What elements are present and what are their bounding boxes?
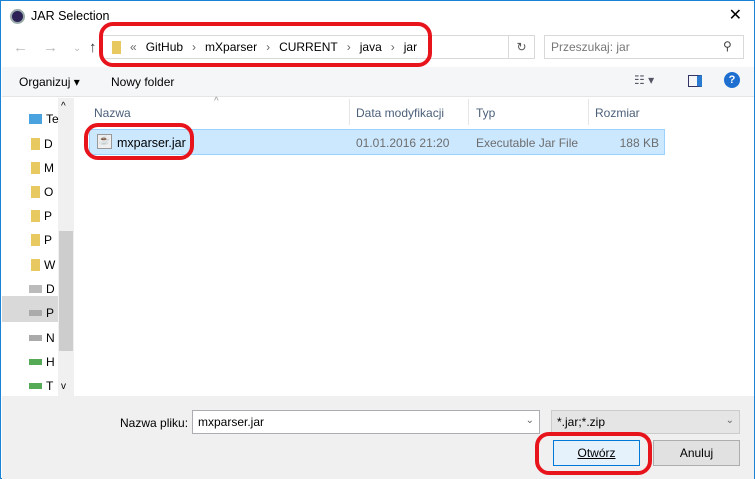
- file-highlight: [84, 123, 194, 160]
- sidebar-label: Te: [46, 112, 59, 126]
- chevron-down-icon[interactable]: ⌄: [526, 415, 534, 426]
- music-folder-icon: [31, 162, 40, 174]
- open-highlight: [535, 432, 652, 475]
- search-icon: ⚲: [723, 39, 732, 53]
- organize-button[interactable]: Organizuj ▾: [19, 75, 80, 89]
- sidebar-item[interactable]: M: [31, 161, 54, 175]
- pictures-folder-icon: [31, 234, 40, 246]
- filename-value: mxparser.jar: [198, 415, 265, 429]
- sidebar-item[interactable]: O: [31, 185, 53, 199]
- column-header-size[interactable]: Rozmiar: [595, 106, 640, 130]
- filename-input[interactable]: mxparser.jar ⌄: [192, 410, 540, 434]
- videos-folder-icon: [31, 259, 40, 271]
- preview-pane-icon[interactable]: [688, 75, 702, 87]
- sort-indicator-icon: ^: [214, 96, 219, 107]
- sidebar-item[interactable]: Te: [29, 112, 59, 126]
- sidebar-label: W: [44, 258, 56, 272]
- sidebar-item[interactable]: T: [29, 379, 53, 393]
- toolbar: Organizuj ▾ Nowy folder ☷ ▾ ?: [2, 67, 754, 97]
- search-input[interactable]: Przeszukaj: jar: [544, 35, 744, 59]
- chevron-down-icon: ⌄: [725, 415, 734, 426]
- filter-select[interactable]: *.jar;*.zip ⌄: [551, 410, 740, 434]
- sidebar-item[interactable]: N: [29, 331, 55, 345]
- sidebar-label: T: [46, 379, 54, 393]
- sidebar-label: P: [44, 233, 53, 247]
- up-icon[interactable]: ↑: [89, 39, 97, 56]
- sidebar-label: P: [46, 306, 55, 320]
- window-title: JAR Selection: [31, 9, 110, 23]
- close-button[interactable]: ✕: [729, 5, 742, 25]
- filter-value: *.jar;*.zip: [557, 415, 606, 429]
- sidebar-label: O: [44, 185, 54, 199]
- file-type: Executable Jar File: [476, 136, 579, 150]
- view-options-icon[interactable]: ☷ ▾: [634, 73, 654, 87]
- scroll-down-icon[interactable]: v: [61, 381, 66, 392]
- back-icon[interactable]: ←: [13, 39, 28, 56]
- file-date: 01.01.2016 21:20: [356, 136, 450, 150]
- app-icon: [10, 9, 25, 24]
- documents-folder-icon: [31, 138, 40, 150]
- sidebar-label: M: [44, 161, 54, 175]
- desktop-folder-icon: [31, 186, 40, 198]
- address-highlight: [99, 22, 432, 67]
- sidebar-item[interactable]: P: [31, 209, 52, 223]
- sidebar-scrollbar-thumb[interactable]: [59, 231, 73, 351]
- sidebar-item[interactable]: H: [29, 355, 55, 369]
- sidebar-label: D: [44, 137, 53, 151]
- computer-icon: [29, 114, 42, 124]
- sidebar-item[interactable]: P: [31, 233, 52, 247]
- recent-dropdown-icon[interactable]: ⌄: [73, 43, 81, 54]
- network-drive-icon: [29, 383, 42, 389]
- column-header-type[interactable]: Typ: [476, 106, 495, 130]
- cancel-button[interactable]: Anuluj: [653, 440, 740, 466]
- network-drive-icon: [29, 359, 42, 365]
- new-folder-button[interactable]: Nowy folder: [111, 75, 174, 89]
- downloads-folder-icon: [31, 210, 40, 222]
- sidebar-label: N: [46, 331, 55, 345]
- sidebar-item[interactable]: P: [29, 306, 54, 320]
- scroll-up-icon[interactable]: ^: [61, 101, 66, 112]
- sidebar-label: D: [46, 282, 55, 296]
- sidebar-item[interactable]: D: [29, 282, 55, 296]
- organize-label: Organizuj: [19, 75, 71, 89]
- drive-icon: [29, 335, 42, 341]
- sidebar-label: P: [44, 209, 53, 223]
- forward-icon[interactable]: →: [43, 39, 58, 56]
- filename-label: Nazwa pliku:: [120, 416, 189, 430]
- sidebar-label: H: [46, 355, 55, 369]
- sidebar-item[interactable]: W: [31, 258, 55, 272]
- sidebar-item[interactable]: D: [31, 137, 53, 151]
- file-size: 188 KB: [619, 136, 659, 150]
- drive-icon: [29, 310, 42, 316]
- refresh-icon[interactable]: ↻: [509, 35, 535, 59]
- help-icon[interactable]: ?: [724, 72, 740, 88]
- drive-icon: [29, 285, 42, 293]
- file-dialog: JAR Selection ✕ ← → ⌄ ↑ « GitHub › mXpars…: [0, 0, 755, 479]
- column-header-date[interactable]: Data modyfikacji: [356, 106, 444, 130]
